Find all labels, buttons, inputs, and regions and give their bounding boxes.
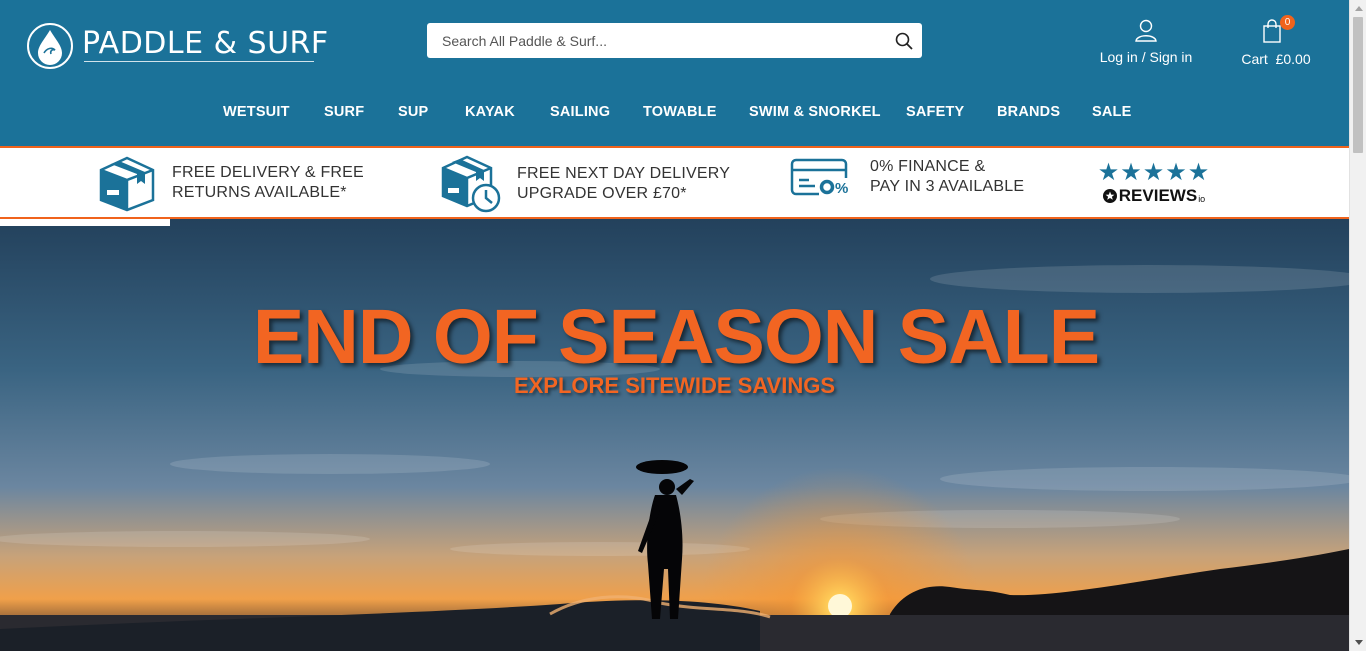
- delivery-box-icon: [99, 156, 155, 212]
- cart-count-badge: 0: [1280, 15, 1295, 30]
- delivery-clock-icon: [441, 155, 501, 213]
- card-finance-icon: %: [790, 158, 853, 197]
- usp-bar: FREE DELIVERY & FREE RETURNS AVAILABLE* …: [0, 148, 1349, 217]
- nav-item-sup[interactable]: SUP: [398, 104, 428, 120]
- reviews-io-logo: REVIEWS io: [1092, 186, 1216, 206]
- reviews-star-circle-icon: [1102, 189, 1117, 203]
- search-icon: [895, 32, 913, 50]
- nav-item-sale[interactable]: SALE: [1092, 104, 1131, 120]
- cart-label: Cart £0.00: [1241, 51, 1311, 67]
- paddle-surf-logo-icon: [27, 23, 73, 69]
- main-nav: WETSUIT SURF SUP KAYAK SAILING TOWABLE S…: [0, 104, 1349, 124]
- hero-banner[interactable]: END OF SEASON SALE EXPLORE SITEWIDE SAVI…: [0, 219, 1349, 651]
- usp-line: FREE DELIVERY & FREE: [172, 164, 364, 181]
- cart-link[interactable]: 0 Cart £0.00: [1236, 15, 1316, 67]
- brand-name: PADDLE & SURF: [82, 26, 329, 61]
- usp-free-delivery-text: FREE DELIVERY & FREE RETURNS AVAILABLE*: [172, 163, 364, 203]
- reviews-suffix: io: [1198, 194, 1206, 204]
- site-header: PADDLE & SURF Log in / Sign in 0 Cart £0…: [0, 0, 1349, 146]
- usp-line: 0% FINANCE &: [870, 158, 986, 175]
- svg-text:%: %: [835, 180, 848, 197]
- nav-item-towable[interactable]: TOWABLE: [643, 104, 717, 120]
- search-bar: [427, 23, 922, 58]
- usp-finance[interactable]: % 0% FINANCE & PAY IN 3 AVAILABLE: [789, 154, 1024, 200]
- scroll-down-arrow-icon[interactable]: [1350, 634, 1366, 651]
- reviews-wordmark: REVIEWS: [1118, 186, 1198, 205]
- hero-sunset-image: [0, 219, 1349, 651]
- nav-item-surf[interactable]: SURF: [324, 104, 364, 120]
- nav-item-sailing[interactable]: SAILING: [550, 104, 610, 120]
- login-label: Log in / Sign in: [1099, 49, 1193, 65]
- usp-line: FREE NEXT DAY DELIVERY: [517, 165, 731, 182]
- nav-item-safety[interactable]: SAFETY: [906, 104, 964, 120]
- reviews-io-badge[interactable]: ★★★★★ REVIEWS io: [1092, 159, 1216, 206]
- usp-free-delivery[interactable]: FREE DELIVERY & FREE RETURNS AVAILABLE*: [97, 154, 364, 212]
- nav-item-brands[interactable]: BRANDS: [997, 104, 1060, 120]
- usp-finance-text: 0% FINANCE & PAY IN 3 AVAILABLE: [870, 157, 1024, 197]
- search-button[interactable]: [886, 23, 922, 58]
- page-scrollbar[interactable]: [1349, 0, 1366, 651]
- nav-item-swim-snorkel[interactable]: SWIM & SNORKEL: [749, 104, 881, 120]
- cart-icon-wrap: 0: [1262, 15, 1295, 44]
- nav-item-wetsuit[interactable]: WETSUIT: [223, 104, 290, 120]
- brand-logo[interactable]: PADDLE & SURF: [26, 22, 329, 70]
- user-icon: [1135, 19, 1157, 42]
- brand-underline: [84, 61, 314, 62]
- usp-next-day-text: FREE NEXT DAY DELIVERY UPGRADE OVER £70*: [517, 164, 730, 204]
- scroll-up-arrow-icon[interactable]: [1350, 0, 1366, 17]
- hero-title: END OF SEASON SALE: [252, 294, 1100, 380]
- scrollbar-thumb[interactable]: [1353, 17, 1363, 153]
- search-input[interactable]: [427, 23, 886, 58]
- usp-next-day[interactable]: FREE NEXT DAY DELIVERY UPGRADE OVER £70*: [439, 154, 730, 214]
- usp-line: RETURNS AVAILABLE*: [172, 184, 347, 201]
- usp-line: UPGRADE OVER £70*: [517, 185, 687, 202]
- star-rating-icon: ★★★★★: [1097, 159, 1211, 186]
- hero-subtitle[interactable]: EXPLORE SITEWIDE SAVINGS: [0, 373, 1349, 399]
- nav-item-kayak[interactable]: KAYAK: [465, 104, 515, 120]
- usp-line: PAY IN 3 AVAILABLE: [870, 178, 1025, 195]
- login-signin-link[interactable]: Log in / Sign in: [1096, 18, 1196, 65]
